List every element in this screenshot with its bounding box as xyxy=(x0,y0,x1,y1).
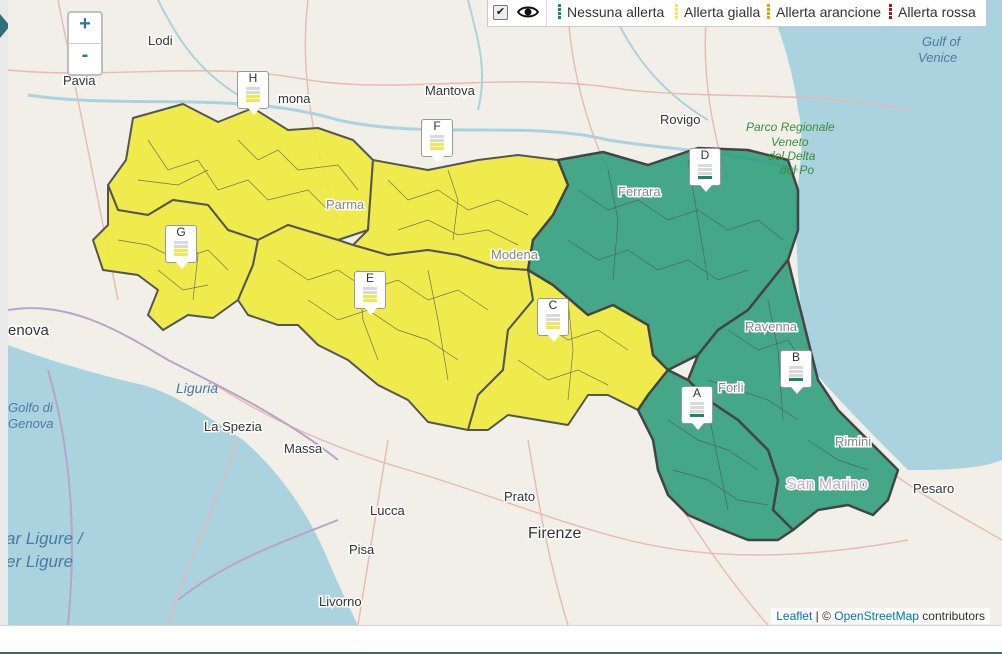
alert-level-bars xyxy=(246,87,260,103)
attribution-separator: | © xyxy=(812,609,835,623)
zone-letter: F xyxy=(433,119,441,133)
label-la-spezia: La Spezia xyxy=(204,419,263,434)
alert-level-bars xyxy=(698,164,712,180)
label-mar-ligure-1: ar Ligure / xyxy=(8,529,85,548)
label-lodi: Lodi xyxy=(148,33,173,48)
alert-legend: ✔ Nessuna allerta Allerta gialla Allerta… xyxy=(487,0,987,27)
zone-marker-a[interactable]: A xyxy=(681,386,713,430)
label-golfo-genova-1: Golfo di xyxy=(8,400,54,415)
zone-letter: E xyxy=(365,271,374,285)
label-pisa: Pisa xyxy=(349,542,375,557)
label-lucca: Lucca xyxy=(370,503,405,518)
zone-marker-g[interactable]: G xyxy=(165,225,197,269)
zone-letter: A xyxy=(692,386,701,400)
legend-label: Allerta rossa xyxy=(898,4,976,20)
label-parco-4: del Po xyxy=(780,163,814,177)
map-view[interactable]: Lodi Pavia mona Mantova Rovigo Parma Mod… xyxy=(8,0,1002,625)
label-san-marino: San Marino xyxy=(786,476,868,493)
label-parco-3: del Delta xyxy=(768,149,816,163)
label-mar-ligure-2: er Ligure xyxy=(8,552,73,571)
eye-icon[interactable] xyxy=(517,4,539,20)
legend-swatch-green xyxy=(558,4,561,20)
legend-swatch-orange xyxy=(767,4,770,20)
label-rovigo: Rovigo xyxy=(660,112,700,127)
openstreetmap-link[interactable]: OpenStreetMap xyxy=(834,609,919,623)
label-ravenna: Ravenna xyxy=(745,319,798,334)
label-golfo-genova-2: Genova xyxy=(8,416,54,431)
label-prato: Prato xyxy=(504,489,535,504)
zone-marker-b[interactable]: B xyxy=(780,350,812,394)
label-massa: Massa xyxy=(284,441,323,456)
zone-marker-h[interactable]: H xyxy=(237,71,269,115)
zoom-control: + - xyxy=(67,11,103,76)
label-gulf-venice-2: Venice xyxy=(918,50,957,65)
alert-level-bars xyxy=(690,402,704,418)
label-cremona: mona xyxy=(278,91,311,106)
zone-letter: D xyxy=(700,148,710,162)
alert-level-bars xyxy=(789,366,803,382)
zoom-in-button[interactable]: + xyxy=(69,13,101,43)
zone-marker-f[interactable]: F xyxy=(421,119,453,163)
zone-marker-e[interactable]: E xyxy=(354,271,386,315)
map-attribution: Leaflet | © OpenStreetMap contributors xyxy=(771,608,990,624)
label-parma: Parma xyxy=(326,197,365,212)
zone-marker-c[interactable]: C xyxy=(537,298,569,342)
label-genova: enova xyxy=(8,322,50,339)
label-parco-1: Parco Regionale xyxy=(746,120,835,134)
attribution-contributors: contributors xyxy=(918,609,985,623)
bottom-bar xyxy=(0,625,1002,654)
label-rimini: Rimini xyxy=(835,434,871,449)
legend-label: Nessuna allerta xyxy=(567,4,665,20)
legend-label: Allerta arancione xyxy=(776,4,882,20)
label-modena: Modena xyxy=(491,247,539,262)
alert-level-bars xyxy=(363,287,377,303)
legend-label: Allerta gialla xyxy=(684,4,761,20)
alert-level-bars xyxy=(174,241,188,257)
zone-letter: B xyxy=(791,350,800,364)
legend-item-gialla: Allerta gialla xyxy=(675,4,760,20)
label-ferrara: Ferrara xyxy=(618,184,661,199)
label-pesaro: Pesaro xyxy=(913,481,954,496)
zoom-out-button[interactable]: - xyxy=(69,43,101,74)
leaflet-link[interactable]: Leaflet xyxy=(776,609,812,623)
label-mantova: Mantova xyxy=(425,83,476,98)
zone-letter: H xyxy=(248,71,258,85)
show-zones-checkbox[interactable]: ✔ xyxy=(493,5,508,20)
label-livorno: Livorno xyxy=(319,594,362,609)
zone-letter: C xyxy=(548,298,558,312)
alert-level-bars xyxy=(430,135,444,151)
legend-divider xyxy=(546,0,547,27)
legend-item-rossa: Allerta rossa xyxy=(889,4,976,20)
map-canvas: Lodi Pavia mona Mantova Rovigo Parma Mod… xyxy=(8,0,1002,625)
legend-item-arancione: Allerta arancione xyxy=(767,4,881,20)
label-firenze: Firenze xyxy=(528,525,581,542)
label-forli: Forlì xyxy=(718,380,744,395)
label-parco-2: Veneto xyxy=(771,135,809,149)
legend-swatch-red xyxy=(889,4,892,20)
legend-swatch-yellow xyxy=(675,4,678,20)
label-liguria: Liguria xyxy=(176,380,218,396)
alert-level-bars xyxy=(546,314,560,330)
zone-letter: G xyxy=(176,225,186,239)
label-gulf-venice-1: Gulf of xyxy=(922,34,962,49)
zone-marker-d[interactable]: D xyxy=(689,148,721,192)
legend-item-nessuna: Nessuna allerta xyxy=(558,4,664,20)
